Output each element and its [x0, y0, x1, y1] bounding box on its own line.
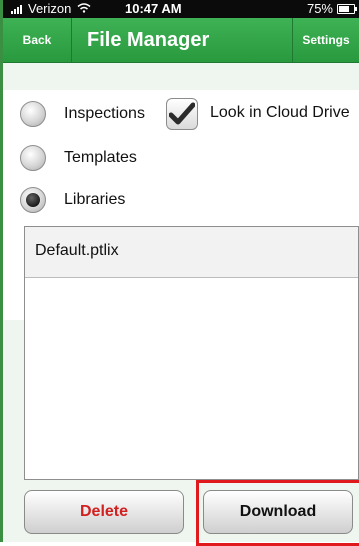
radio-option-inspections[interactable]: Inspections: [20, 98, 145, 130]
wifi-icon: [77, 0, 91, 18]
look-in-cloud-label: Look in Cloud Drive: [210, 104, 350, 121]
battery-icon: [337, 4, 357, 14]
page-title: File Manager: [87, 29, 210, 51]
look-in-cloud-checkbox[interactable]: [166, 98, 198, 130]
radio-option-templates[interactable]: Templates: [20, 142, 137, 174]
delete-button[interactable]: Delete: [24, 490, 184, 534]
radio-option-libraries[interactable]: Libraries: [20, 184, 125, 216]
status-left: Verizon: [11, 0, 91, 18]
radio-unselected-icon[interactable]: [20, 101, 46, 127]
checkmark-icon: [169, 102, 195, 125]
status-time: 10:47 AM: [125, 1, 182, 16]
list-item[interactable]: Default.ptlix: [25, 227, 358, 278]
radio-selected-icon[interactable]: [20, 187, 46, 213]
download-highlight-box: [196, 480, 359, 546]
carrier-name: Verizon: [28, 1, 72, 16]
radio-unselected-icon[interactable]: [20, 145, 46, 171]
battery-percent: 75%: [306, 1, 333, 16]
radio-label-libraries: Libraries: [64, 191, 126, 208]
navigation-bar: Back File Manager Settings: [3, 18, 359, 63]
file-list[interactable]: Default.ptlix: [24, 226, 359, 480]
settings-button[interactable]: Settings: [292, 18, 359, 62]
radio-label-inspections: Inspections: [64, 105, 145, 122]
back-button[interactable]: Back: [3, 18, 72, 62]
status-bar: Verizon 10:47 AM 75%: [3, 0, 359, 18]
signal-strength-icon: [11, 4, 22, 14]
status-right: 75%: [306, 0, 357, 18]
radio-label-templates: Templates: [64, 149, 137, 166]
